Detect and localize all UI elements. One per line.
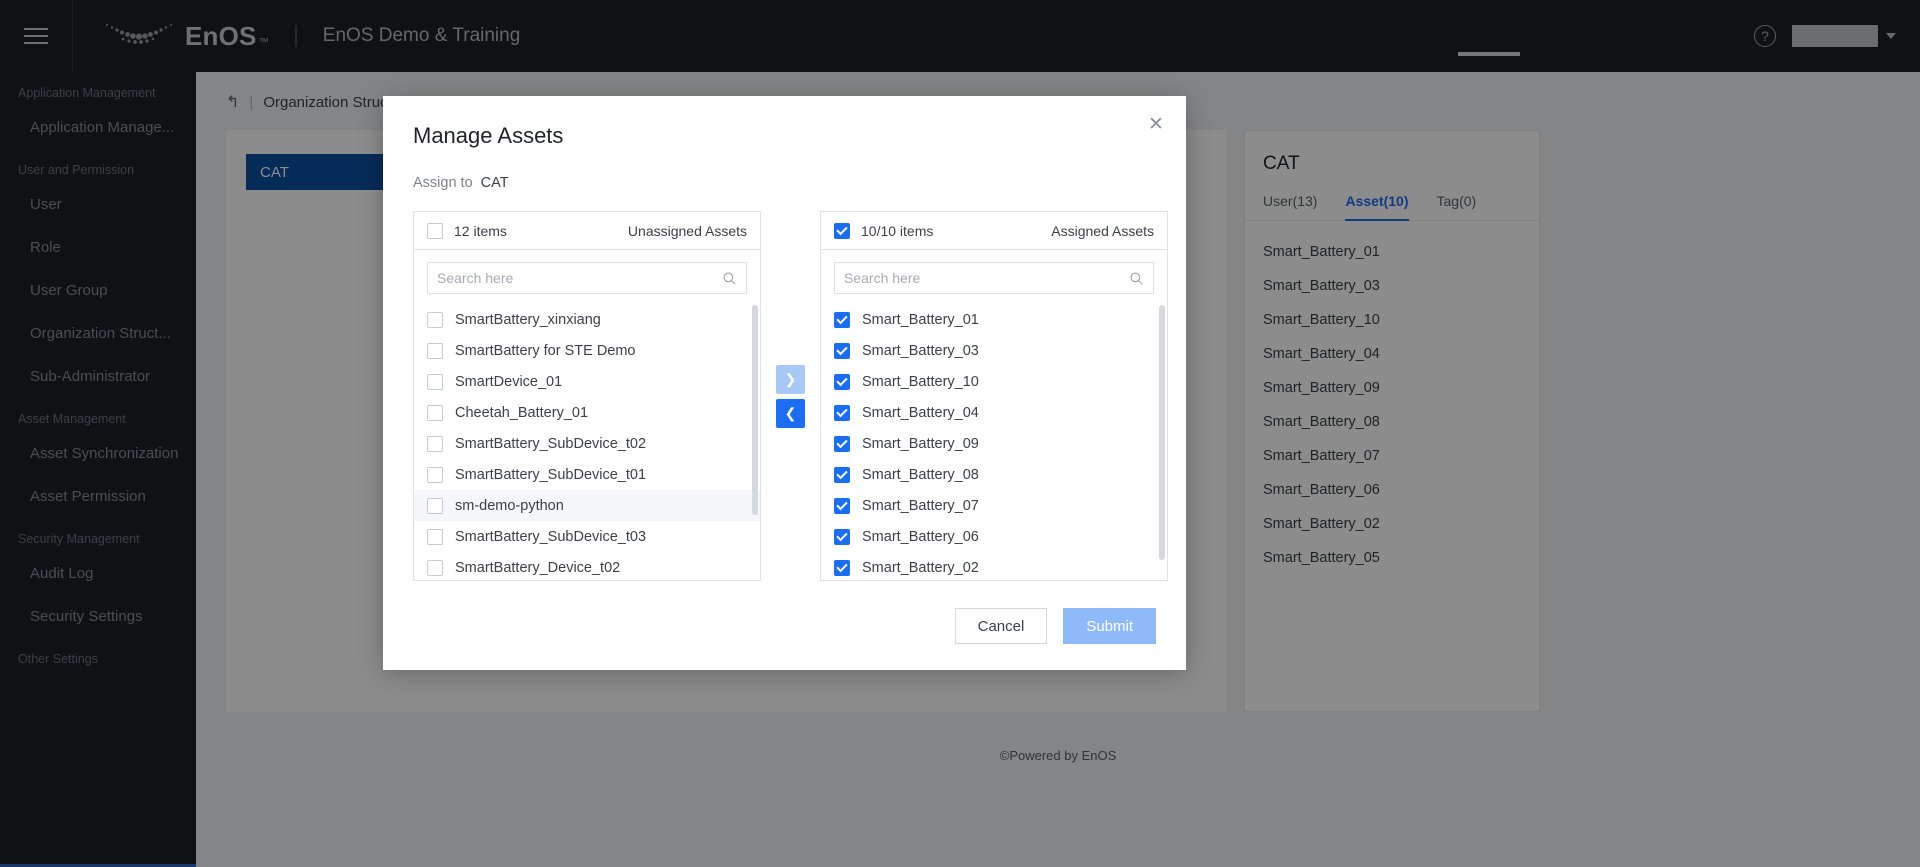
list-item[interactable]: SmartBattery for STE Demo [414,335,760,366]
item-checkbox[interactable] [427,497,443,514]
assigned-search-wrap [821,250,1167,300]
item-checkbox[interactable] [834,435,850,452]
item-checkbox[interactable] [834,373,850,390]
unassigned-search-input[interactable] [437,270,722,286]
assign-to-label: Assign to [413,175,473,191]
item-label: Smart_Battery_08 [862,466,979,483]
item-checkbox[interactable] [427,404,443,421]
assigned-search-box[interactable] [834,262,1154,294]
search-icon[interactable] [1129,271,1144,286]
assign-to-row: Assign to CAT [383,149,1186,191]
item-checkbox[interactable] [834,528,850,545]
list-item[interactable]: Smart_Battery_01 [821,304,1167,335]
transfer-left-button[interactable]: ❮ [776,398,805,428]
list-item[interactable]: SmartBattery_Device_t02 [414,552,760,580]
list-item[interactable]: Smart_Battery_08 [821,459,1167,490]
assigned-scrollbar[interactable] [1159,305,1165,560]
unassigned-panel-body: SmartBattery_xinxiang SmartBattery for S… [414,250,760,580]
item-label: Smart_Battery_03 [862,342,979,359]
assigned-panel-header: 10/10 items Assigned Assets [821,212,1167,250]
assigned-count: 10/10 items [861,222,934,239]
item-label: SmartBattery_SubDevice_t01 [455,466,647,483]
item-label: Smart_Battery_04 [862,404,979,421]
assigned-panel-body: Smart_Battery_01 Smart_Battery_03 Smart_… [821,250,1167,580]
item-label: SmartBattery_xinxiang [455,311,601,328]
item-label: sm-demo-python [455,497,564,514]
transfer-buttons: ❯ ❮ [761,211,820,581]
list-item[interactable]: Smart_Battery_07 [821,490,1167,521]
dialog-title: Manage Assets [413,123,564,148]
item-checkbox[interactable] [427,466,443,483]
unassigned-count: 12 items [454,222,507,239]
item-label: Smart_Battery_01 [862,311,979,328]
list-item[interactable]: Smart_Battery_03 [821,335,1167,366]
assigned-panel: 10/10 items Assigned Assets Search here … [820,211,1168,581]
list-item[interactable]: Smart_Battery_06 [821,521,1167,552]
item-label: SmartBattery_Device_t02 [455,559,621,576]
cancel-button[interactable]: Cancel [954,608,1048,644]
item-checkbox[interactable] [834,497,850,514]
list-item[interactable]: Smart_Battery_10 [821,366,1167,397]
item-label: Smart_Battery_07 [862,497,979,514]
unassigned-search-wrap [414,250,760,300]
dialog-footer: Cancel Submit [954,608,1156,644]
assign-to-value: CAT [480,175,509,191]
manage-assets-dialog: ✕ Manage Assets Assign to CAT 12 items U… [383,96,1186,670]
item-label: Smart_Battery_09 [862,435,979,452]
item-checkbox[interactable] [834,404,850,421]
item-checkbox[interactable] [427,528,443,545]
item-checkbox[interactable] [834,559,850,576]
list-item[interactable]: SmartDevice_01 [414,366,760,397]
list-item[interactable]: SmartBattery_SubDevice_t03 [414,521,760,552]
list-item[interactable]: Smart_Battery_02 [821,552,1167,580]
item-checkbox[interactable] [427,373,443,390]
search-icon[interactable] [722,271,737,286]
transfer-widget: 12 items Unassigned Assets Search here S… [383,191,1186,581]
list-item[interactable]: sm-demo-python [414,490,760,521]
unassigned-scrollbar[interactable] [752,305,758,515]
item-checkbox[interactable] [427,311,443,328]
item-checkbox[interactable] [834,311,850,328]
item-label: SmartBattery_SubDevice_t03 [455,528,647,545]
item-checkbox[interactable] [834,466,850,483]
unassigned-panel-header: 12 items Unassigned Assets [414,212,760,250]
unassigned-list: SmartBattery_xinxiang SmartBattery for S… [414,300,760,580]
unassigned-panel-title: Unassigned Assets [627,222,747,239]
list-item[interactable]: SmartBattery_SubDevice_t02 [414,428,760,459]
transfer-right-button[interactable]: ❯ [776,364,805,394]
item-label: SmartBattery for STE Demo [455,342,636,359]
item-label: Smart_Battery_10 [862,373,979,390]
item-label: Cheetah_Battery_01 [455,404,589,421]
close-icon[interactable]: ✕ [1144,112,1168,136]
unassigned-panel: 12 items Unassigned Assets Search here S… [413,211,761,581]
unassigned-search-box[interactable] [427,262,747,294]
item-label: Smart_Battery_06 [862,528,979,545]
item-label: SmartDevice_01 [455,373,563,390]
unassigned-select-all-checkbox[interactable] [427,222,443,239]
item-checkbox[interactable] [834,342,850,359]
list-item[interactable]: SmartBattery_SubDevice_t01 [414,459,760,490]
assigned-search-input[interactable] [844,270,1129,286]
assigned-list: Smart_Battery_01 Smart_Battery_03 Smart_… [821,300,1167,580]
list-item[interactable]: Smart_Battery_04 [821,397,1167,428]
list-item[interactable]: Cheetah_Battery_01 [414,397,760,428]
list-item[interactable]: Smart_Battery_09 [821,428,1167,459]
list-item[interactable]: SmartBattery_xinxiang [414,304,760,335]
item-checkbox[interactable] [427,435,443,452]
item-label: SmartBattery_SubDevice_t02 [455,435,647,452]
item-checkbox[interactable] [427,559,443,576]
assigned-panel-title: Assigned Assets [1051,222,1154,239]
item-checkbox[interactable] [427,342,443,359]
submit-button[interactable]: Submit [1063,608,1156,644]
assigned-select-all-checkbox[interactable] [834,222,850,239]
item-label: Smart_Battery_02 [862,559,979,576]
